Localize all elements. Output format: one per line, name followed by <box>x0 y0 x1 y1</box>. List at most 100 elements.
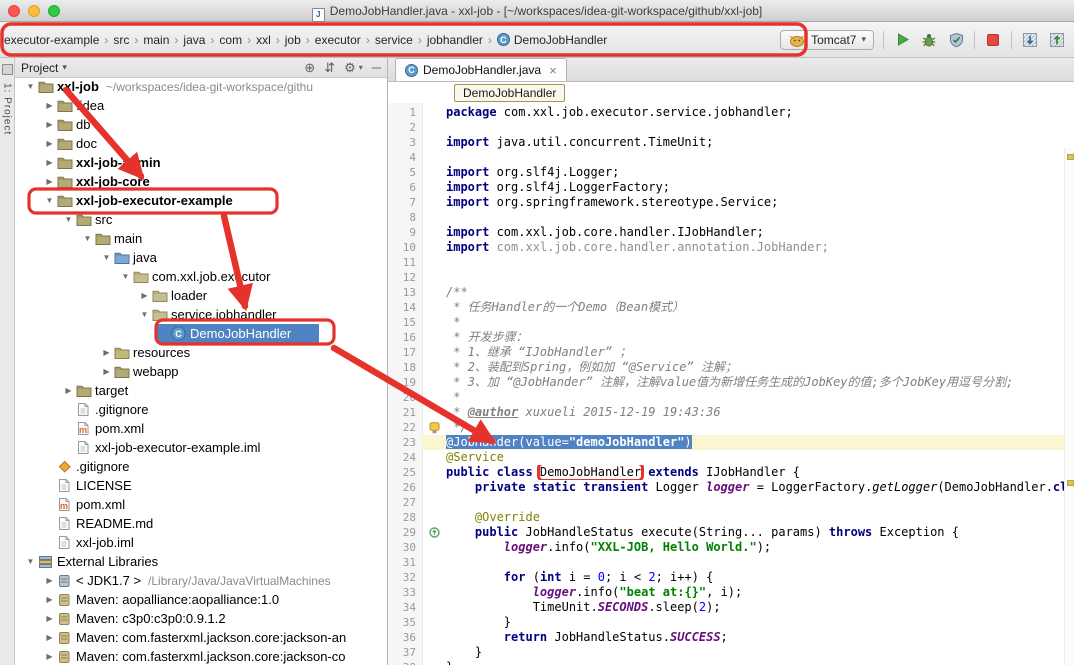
breadcrumb-item-job[interactable]: job <box>284 31 302 49</box>
code-line-35[interactable]: 35 } <box>388 615 1074 630</box>
settings-gear-icon[interactable]: ⚙ <box>344 61 356 74</box>
tree-collapsed-arrow-icon[interactable]: ▶ <box>137 291 152 300</box>
code-line-18[interactable]: 18 * 2、装配到Spring，例如加 “@Service” 注解； <box>388 360 1074 375</box>
code-line-30[interactable]: 30 logger.info("XXL-JOB, Hello World."); <box>388 540 1074 555</box>
breadcrumb-item-demojobhandler[interactable]: CDemoJobHandler <box>496 31 608 49</box>
breadcrumb-item-executor-example[interactable]: executor-example <box>3 31 100 49</box>
tree-item-maven-c3p0-c3p0-0.9.1.2[interactable]: ▶Maven: c3p0:c3p0:0.9.1.2 <box>15 609 387 628</box>
code-line-27[interactable]: 27 <box>388 495 1074 510</box>
tree-item-xxl-job-executor-example.iml[interactable]: xxl-job-executor-example.iml <box>15 438 387 457</box>
editor-tab-demojobhandler[interactable]: C DemoJobHandler.java × <box>395 58 567 81</box>
run-button[interactable] <box>893 31 911 49</box>
code-line-34[interactable]: 34 TimeUnit.SECONDS.sleep(2); <box>388 600 1074 615</box>
code-line-28[interactable]: 28 @Override <box>388 510 1074 525</box>
code-line-9[interactable]: 9import com.xxl.job.core.handler.IJobHan… <box>388 225 1074 240</box>
tree-item-pom.xml[interactable]: mpom.xml <box>15 495 387 514</box>
tree-item-maven-com.fasterxml.jackson.core-jackson-co[interactable]: ▶Maven: com.fasterxml.jackson.core:jacks… <box>15 647 387 665</box>
vcs-update-button[interactable] <box>1021 31 1039 49</box>
tree-collapsed-arrow-icon[interactable]: ▶ <box>42 633 57 642</box>
tree-collapsed-arrow-icon[interactable]: ▶ <box>99 367 114 376</box>
tree-item-doc[interactable]: ▶doc <box>15 134 387 153</box>
stop-button[interactable] <box>984 31 1002 49</box>
code-line-24[interactable]: 24@Service <box>388 450 1074 465</box>
tree-item-db[interactable]: ▶db <box>15 115 387 134</box>
tree-item-.gitignore[interactable]: .gitignore <box>15 400 387 419</box>
code-line-2[interactable]: 2 <box>388 120 1074 135</box>
code-line-17[interactable]: 17 * 1、继承 “IJobHandler” ； <box>388 345 1074 360</box>
breadcrumb-item-executor[interactable]: executor <box>314 31 362 49</box>
tree-expanded-arrow-icon[interactable]: ▼ <box>23 82 38 91</box>
window-zoom-button[interactable] <box>48 5 60 17</box>
lamp-icon[interactable] <box>422 420 446 435</box>
stripe-mark[interactable] <box>1067 480 1074 486</box>
error-stripe[interactable] <box>1064 148 1074 665</box>
code-line-32[interactable]: 32 for (int i = 0; i < 2; i++) { <box>388 570 1074 585</box>
tree-collapsed-arrow-icon[interactable]: ▶ <box>42 576 57 585</box>
code-line-10[interactable]: 10import com.xxl.job.core.handler.annota… <box>388 240 1074 255</box>
code-line-7[interactable]: 7import org.springframework.stereotype.S… <box>388 195 1074 210</box>
locate-icon[interactable]: ⊕ <box>304 61 315 74</box>
code-line-4[interactable]: 4 <box>388 150 1074 165</box>
tree-expanded-arrow-icon[interactable]: ▼ <box>42 196 57 205</box>
tree-item-.idea[interactable]: ▶.idea <box>15 96 387 115</box>
code-line-33[interactable]: 33 logger.info("beat at:{}", i); <box>388 585 1074 600</box>
coverage-button[interactable] <box>947 31 965 49</box>
tool-window-icon[interactable] <box>2 64 13 75</box>
code-line-20[interactable]: 20 * <box>388 390 1074 405</box>
breadcrumb-item-service[interactable]: service <box>374 31 414 49</box>
tree-item-java[interactable]: ▼java <box>15 248 387 267</box>
hide-panel-icon[interactable]: ─ <box>372 61 381 74</box>
tree-expanded-arrow-icon[interactable]: ▼ <box>118 272 133 281</box>
tab-close-icon[interactable]: × <box>549 64 557 77</box>
breadcrumb-item-com[interactable]: com <box>218 31 243 49</box>
tree-item-main[interactable]: ▼main <box>15 229 387 248</box>
code-line-13[interactable]: 13/** <box>388 285 1074 300</box>
breadcrumb-item-java[interactable]: java <box>182 31 206 49</box>
tree-item-loader[interactable]: ▶loader <box>15 286 387 305</box>
tree-item-com.xxl.job.executor[interactable]: ▼com.xxl.job.executor <box>15 267 387 286</box>
tree-item-xxl-job[interactable]: ▼xxl-job~/workspaces/idea-git-workspace/… <box>15 77 387 96</box>
tree-collapsed-arrow-icon[interactable]: ▶ <box>99 348 114 357</box>
tree-item-readme.md[interactable]: README.md <box>15 514 387 533</box>
code-line-36[interactable]: 36 return JobHandleStatus.SUCCESS; <box>388 630 1074 645</box>
tree-collapsed-arrow-icon[interactable]: ▶ <box>42 595 57 604</box>
collapse-all-icon[interactable]: ⇵ <box>324 61 335 74</box>
code-line-8[interactable]: 8 <box>388 210 1074 225</box>
tree-item-maven-com.fasterxml.jackson.core-jackson-an[interactable]: ▶Maven: com.fasterxml.jackson.core:jacks… <box>15 628 387 647</box>
breadcrumb-item-main[interactable]: main <box>142 31 170 49</box>
tree-collapsed-arrow-icon[interactable]: ▶ <box>61 386 76 395</box>
debug-button[interactable] <box>920 31 938 49</box>
tree-expanded-arrow-icon[interactable]: ▼ <box>80 234 95 243</box>
tree-expanded-arrow-icon[interactable]: ▼ <box>61 215 76 224</box>
tree-item-webapp[interactable]: ▶webapp <box>15 362 387 381</box>
code-line-6[interactable]: 6import org.slf4j.LoggerFactory; <box>388 180 1074 195</box>
code-line-12[interactable]: 12 <box>388 270 1074 285</box>
code-line-11[interactable]: 11 <box>388 255 1074 270</box>
tree-collapsed-arrow-icon[interactable]: ▶ <box>42 177 57 186</box>
tree-collapsed-arrow-icon[interactable]: ▶ <box>42 120 57 129</box>
tree-item-target[interactable]: ▶target <box>15 381 387 400</box>
window-minimize-button[interactable] <box>28 5 40 17</box>
code-line-22[interactable]: 22 */ <box>388 420 1074 435</box>
code-line-26[interactable]: 26 private static transient Logger logge… <box>388 480 1074 495</box>
tree-item-license[interactable]: LICENSE <box>15 476 387 495</box>
code-line-1[interactable]: 1package com.xxl.job.executor.service.jo… <box>388 105 1074 120</box>
tree-collapsed-arrow-icon[interactable]: ▶ <box>42 614 57 623</box>
tree-item-xxl-job.iml[interactable]: xxl-job.iml <box>15 533 387 552</box>
tree-collapsed-arrow-icon[interactable]: ▶ <box>42 139 57 148</box>
tree-item-service.jobhandler[interactable]: ▼service.jobhandler <box>15 305 387 324</box>
code-line-16[interactable]: 16 * 开发步骤： <box>388 330 1074 345</box>
tree-item--jdk1.7-[interactable]: ▶< JDK1.7 >/Library/Java/JavaVirtualMach… <box>15 571 387 590</box>
code-editor[interactable]: 1package com.xxl.job.executor.service.jo… <box>388 103 1074 665</box>
project-tool-button[interactable]: 1: Project <box>2 83 13 135</box>
tree-collapsed-arrow-icon[interactable]: ▶ <box>42 652 57 661</box>
code-line-38[interactable]: 38} <box>388 660 1074 665</box>
breadcrumb-item-jobhandler[interactable]: jobhandler <box>426 31 484 49</box>
run-config-selector[interactable]: Tomcat7 ▾ <box>780 30 874 50</box>
stripe-mark[interactable] <box>1067 154 1074 160</box>
tree-item-xxl-job-executor-example[interactable]: ▼xxl-job-executor-example <box>15 191 387 210</box>
project-panel-title[interactable]: Project <box>21 61 58 75</box>
tree-item-xxl-job-admin[interactable]: ▶xxl-job-admin <box>15 153 387 172</box>
tree-expanded-arrow-icon[interactable]: ▼ <box>99 253 114 262</box>
tree-item-maven-aopalliance-aopalliance-1.0[interactable]: ▶Maven: aopalliance:aopalliance:1.0 <box>15 590 387 609</box>
